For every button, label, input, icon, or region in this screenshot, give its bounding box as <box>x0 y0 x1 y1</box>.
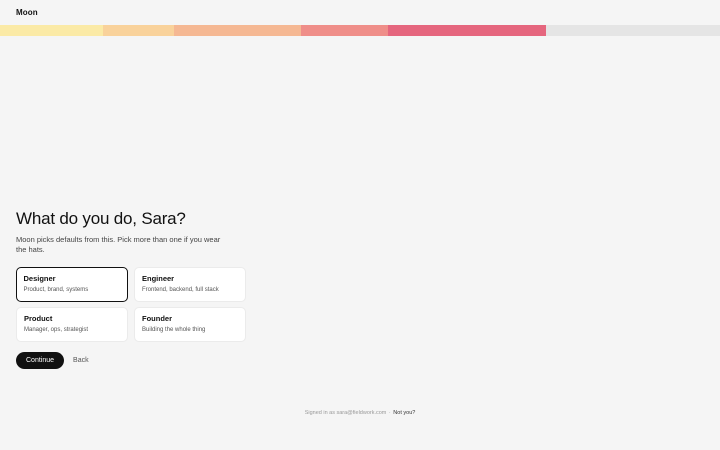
role-option-founder[interactable]: Founder Building the whole thing <box>134 307 246 342</box>
role-option-description: Building the whole thing <box>142 327 206 333</box>
onboarding-screen: Moon What do you do, Sara? Moon picks de… <box>0 0 720 450</box>
role-option-engineer[interactable]: Engineer Frontend, backend, full stack <box>134 267 246 302</box>
role-option-description: Product, brand, systems <box>23 286 89 293</box>
role-options: Designer Product, brand, systems Enginee… <box>16 267 246 343</box>
progress-segment-1 <box>0 25 103 36</box>
role-option-designer[interactable]: Designer Product, brand, systems <box>16 267 128 302</box>
progress-segment-2 <box>103 25 174 36</box>
onboarding-progress-bar <box>0 25 720 36</box>
step-actions: Continue Back <box>16 352 89 369</box>
continue-button[interactable]: Continue <box>16 352 65 369</box>
page-title: What do you do, Sara? <box>16 209 186 228</box>
role-step: What do you do, Sara? Moon picks default… <box>16 209 256 369</box>
app-logo: Moon <box>16 8 38 17</box>
role-option-description: Manager, ops, strategist <box>24 327 89 333</box>
footer-separator: · <box>388 410 391 416</box>
role-option-title: Product <box>24 314 53 323</box>
role-option-title: Founder <box>142 314 172 323</box>
account-footer: Signed in as sara@fieldwork.com · Not yo… <box>0 409 720 417</box>
role-option-title: Designer <box>23 273 56 283</box>
role-option-product[interactable]: Product Manager, ops, strategist <box>16 307 128 342</box>
role-option-description: Frontend, backend, full stack <box>142 287 219 293</box>
signed-in-text: Signed in as sara@fieldwork.com <box>304 410 387 416</box>
role-option-title: Engineer <box>142 274 175 283</box>
progress-segment-5 <box>388 25 546 36</box>
page-subtitle: Moon picks defaults from this. Pick more… <box>16 235 221 254</box>
back-button[interactable]: Back <box>73 357 89 364</box>
progress-segment-4 <box>301 25 388 36</box>
not-you-link[interactable]: Not you? <box>393 410 415 416</box>
progress-segment-3 <box>174 25 301 36</box>
